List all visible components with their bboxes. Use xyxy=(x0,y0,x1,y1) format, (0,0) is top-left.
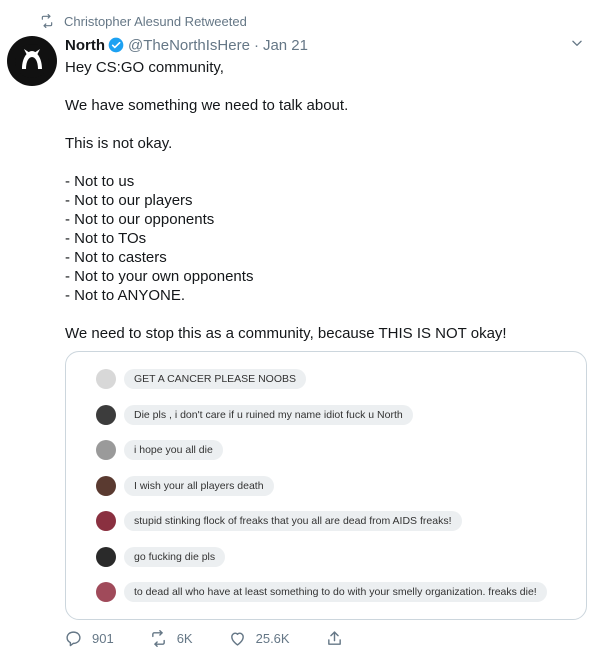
chat-message: to dead all who have at least something … xyxy=(96,579,566,605)
verified-badge-icon xyxy=(108,37,124,53)
north-logo-icon xyxy=(15,44,49,78)
retweet-icon xyxy=(41,14,53,28)
chat-avatar xyxy=(96,475,116,496)
share-icon xyxy=(327,630,341,645)
tweet-header: North @TheNorthIsHere · Jan 21 xyxy=(65,35,308,55)
like-count: 25.6K xyxy=(255,630,290,646)
chat-message: i hope you all die xyxy=(96,437,566,463)
chat-avatar xyxy=(96,511,116,531)
tweet-actions: 901 6K 25.6K xyxy=(65,628,389,648)
chat-screenshot: GET A CANCER PLEASE NOOBS Die pls , i don… xyxy=(96,366,566,615)
chat-avatar xyxy=(96,404,116,425)
reply-count: 901 xyxy=(92,630,114,646)
retweet-banner-text: Christopher Alesund Retweeted xyxy=(64,13,247,29)
chat-avatar xyxy=(96,582,116,602)
chat-message: I wish your all players death xyxy=(96,473,566,499)
retweet-icon xyxy=(151,629,165,647)
chat-bubble: stupid stinking flock of freaks that you… xyxy=(124,511,462,531)
reply-icon xyxy=(66,630,81,646)
tweet-text: Hey CS:GO community, We have something w… xyxy=(65,59,507,342)
author-handle[interactable]: @TheNorthIsHere xyxy=(128,37,250,54)
chat-bubble: to dead all who have at least something … xyxy=(124,582,547,602)
chat-message: stupid stinking flock of freaks that you… xyxy=(96,508,566,534)
chat-message: Die pls , i don't care if u ruined my na… xyxy=(96,402,566,428)
chat-bubble: go fucking die pls xyxy=(124,546,226,567)
chat-avatar xyxy=(96,369,116,389)
chat-message: go fucking die pls xyxy=(96,544,566,570)
reply-button[interactable]: 901 xyxy=(65,630,114,647)
chat-avatar xyxy=(96,440,116,460)
author-name[interactable]: North xyxy=(65,37,105,54)
chevron-down-icon[interactable] xyxy=(570,36,584,50)
chat-bubble: Die pls , i don't care if u ruined my na… xyxy=(124,404,413,425)
retweet-count: 6K xyxy=(176,630,193,646)
chat-bubble: GET A CANCER PLEASE NOOBS xyxy=(124,369,307,389)
chat-message: GET A CANCER PLEASE NOOBS xyxy=(96,366,566,392)
share-button[interactable] xyxy=(326,630,353,647)
separator-dot: · xyxy=(253,36,259,54)
chat-avatar xyxy=(96,546,116,567)
tweet-date[interactable]: Jan 21 xyxy=(263,37,308,54)
heart-icon xyxy=(230,631,244,646)
retweet-banner[interactable]: Christopher Alesund Retweeted xyxy=(40,12,247,30)
tweet-media-image[interactable]: GET A CANCER PLEASE NOOBS Die pls , i don… xyxy=(65,351,587,620)
chat-bubble: I wish your all players death xyxy=(124,475,274,496)
chat-bubble: i hope you all die xyxy=(124,440,223,460)
retweet-button[interactable]: 6K xyxy=(150,629,193,647)
like-button[interactable]: 25.6K xyxy=(229,630,290,647)
author-avatar[interactable] xyxy=(7,36,57,86)
